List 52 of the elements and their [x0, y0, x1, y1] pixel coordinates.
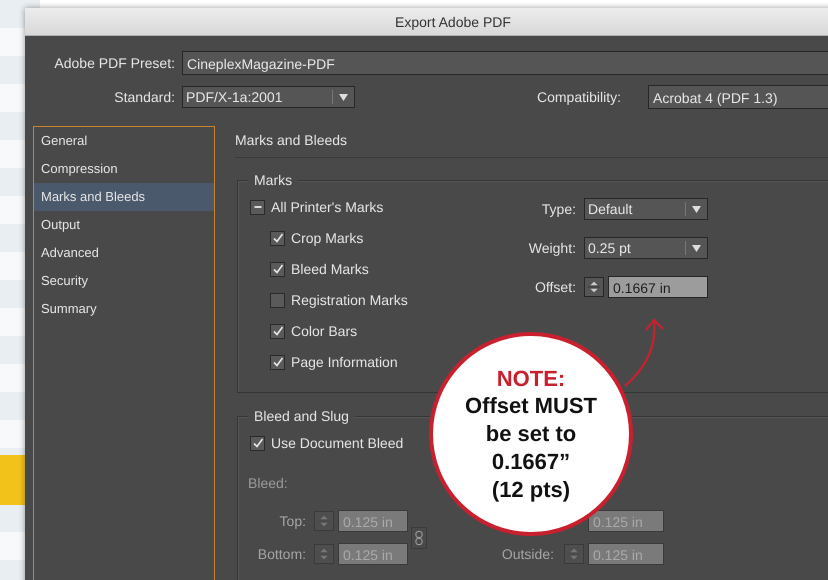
section-title: Marks and Bleeds: [235, 126, 828, 158]
dropdown[interactable]: PDF/X-1a:2001: [182, 86, 355, 108]
sidebar-item[interactable]: General: [34, 127, 214, 155]
group-title: Bleed and Slug: [248, 408, 355, 424]
field-label: Type:: [540, 201, 576, 217]
caret-icon: [692, 244, 701, 252]
check-icon: [272, 263, 284, 275]
sidebar-item[interactable]: Security: [34, 267, 214, 295]
field-label: Standard:: [113, 89, 175, 105]
field-label: Compatibility:: [537, 89, 622, 105]
checkbox[interactable]: [250, 200, 265, 214]
field-label: Outside:: [500, 546, 554, 562]
field-label: Weight:: [528, 240, 576, 256]
field-label: Offset:: [534, 279, 576, 295]
sidebar-item[interactable]: Summary: [34, 295, 214, 323]
checkbox-label: All Printer's Marks: [271, 199, 384, 215]
sidebar-item[interactable]: Marks and Bleeds: [34, 183, 214, 211]
checkbox[interactable]: [270, 354, 285, 370]
checkbox-label: Color Bars: [291, 323, 358, 339]
checkbox[interactable]: [270, 262, 285, 276]
field-label: Bottom:: [256, 546, 306, 562]
window-title: Export Adobe PDF: [395, 14, 511, 30]
checkbox[interactable]: [270, 324, 285, 338]
sidebar-item[interactable]: Output: [34, 211, 214, 239]
group-title: Marks: [248, 172, 298, 188]
check-icon: [272, 232, 284, 244]
checkbox[interactable]: [270, 230, 285, 246]
checkbox-label: Page Information: [291, 354, 398, 370]
check-icon: [272, 325, 284, 337]
preset-field[interactable]: CineplexMagazine-PDF: [182, 51, 828, 75]
callout-title: NOTE:: [496, 366, 566, 392]
check-icon: [272, 356, 284, 368]
stepper[interactable]: [584, 277, 604, 297]
sidebar-item[interactable]: Advanced: [34, 239, 214, 267]
check-icon: [252, 437, 264, 449]
caret-icon: [339, 94, 348, 100]
field-label: Adobe PDF Preset:: [53, 55, 175, 71]
checkbox-label: Use Document Bleed: [271, 435, 404, 451]
checkbox-label: Crop Marks: [291, 230, 364, 246]
sidebar-item[interactable]: Compression: [34, 155, 214, 183]
caret-icon: [692, 206, 701, 212]
field-label: Bleed:: [248, 475, 288, 491]
input-field[interactable]: 0.1667 in: [608, 276, 708, 298]
checkbox-label: Registration Marks: [291, 292, 408, 308]
link-icon[interactable]: [411, 526, 427, 548]
callout-text: Offset MUST be set to 0.1667” (12 pts): [465, 392, 597, 504]
checkbox-label: Bleed Marks: [291, 261, 369, 277]
field-label: Top:: [278, 513, 306, 529]
dropdown[interactable]: Default: [584, 198, 708, 220]
dropdown[interactable]: Acrobat 4 (PDF 1.3): [648, 85, 828, 109]
checkbox[interactable]: [270, 292, 285, 308]
dropdown[interactable]: 0.25 pt: [584, 237, 708, 259]
